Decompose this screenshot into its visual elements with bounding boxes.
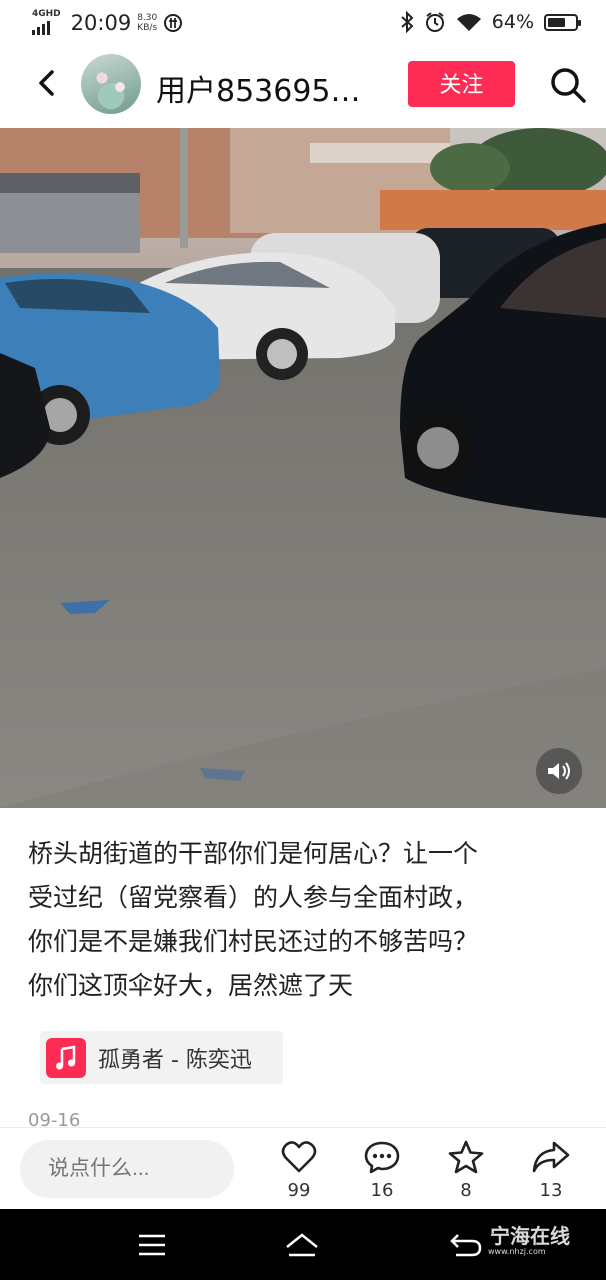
favorite-count: 8 — [460, 1180, 472, 1201]
caption-line: 你们这顶伞好大，居然遮了天 — [28, 971, 354, 1000]
watermark-url: www.nhzj.com — [488, 1247, 546, 1256]
favorite-button[interactable]: 8 — [436, 1138, 496, 1201]
music-note-icon — [46, 1037, 86, 1078]
music-title: 孤勇者 - 陈奕迅 — [98, 1047, 252, 1073]
status-bar: 4GHD 20:09 8.30 KB/s 64% — [0, 0, 606, 46]
follow-button[interactable]: 关注 — [408, 61, 515, 107]
caption-line: 受过纪（留党察看）的人参与全面村政， — [28, 883, 479, 912]
share-arrow-icon — [532, 1141, 570, 1173]
username[interactable]: 用户853695… — [156, 66, 386, 110]
avatar[interactable] — [81, 54, 141, 114]
caption-line: 你们是不是嫌我们村民还过的不够苦吗？ — [28, 927, 479, 956]
search-icon[interactable] — [548, 65, 588, 105]
back-arrow-icon[interactable] — [30, 66, 64, 100]
alarm-icon — [425, 12, 444, 32]
post-caption: 桥头胡街道的干部你们是何居心？让一个 受过纪（留党察看）的人参与全面村政， 你们… — [28, 832, 578, 1008]
comment-count: 16 — [370, 1180, 394, 1201]
like-button[interactable]: 99 — [269, 1138, 329, 1201]
network-indicator: 4GHD — [32, 10, 61, 35]
music-chip[interactable]: 孤勇者 - 陈奕迅 — [40, 1031, 283, 1084]
comment-bubble-icon — [364, 1141, 400, 1174]
battery-icon — [544, 13, 581, 31]
menu-icon[interactable] — [134, 1227, 170, 1263]
network-type: 4GHD — [32, 9, 61, 19]
bluetooth-icon — [401, 11, 414, 33]
watermark-text: 宁海在线 — [490, 1224, 570, 1248]
comment-input[interactable] — [20, 1140, 234, 1198]
comment-button[interactable]: 16 — [352, 1138, 412, 1201]
heart-icon — [281, 1141, 317, 1173]
like-count: 99 — [287, 1180, 311, 1201]
parking-lot-photo — [0, 128, 606, 808]
data-saver-icon — [164, 13, 183, 32]
signal-icon — [32, 21, 61, 35]
header: 用户853695… 关注 — [0, 46, 606, 128]
sound-toggle-button[interactable] — [536, 748, 582, 794]
battery-fill — [548, 17, 565, 27]
star-icon — [448, 1140, 484, 1174]
post-photo[interactable] — [0, 128, 606, 808]
battery-percent: 64% — [491, 11, 534, 33]
wifi-icon — [456, 14, 481, 31]
share-button[interactable]: 13 — [521, 1138, 581, 1201]
caption-line: 桥头胡街道的干部你们是何居心？让一个 — [28, 839, 479, 868]
home-icon[interactable] — [284, 1227, 320, 1263]
share-count: 13 — [539, 1180, 563, 1201]
network-speed: 8.30 KB/s — [137, 13, 157, 33]
speaker-icon — [548, 762, 570, 780]
network-speed-value: 8.30 — [137, 12, 158, 23]
watermark: 宁海在线 www.nhzj.com — [450, 1220, 570, 1256]
clock: 20:09 — [70, 10, 132, 35]
network-speed-unit: KB/s — [137, 22, 158, 33]
action-bar: 99 16 8 13 — [0, 1127, 606, 1210]
